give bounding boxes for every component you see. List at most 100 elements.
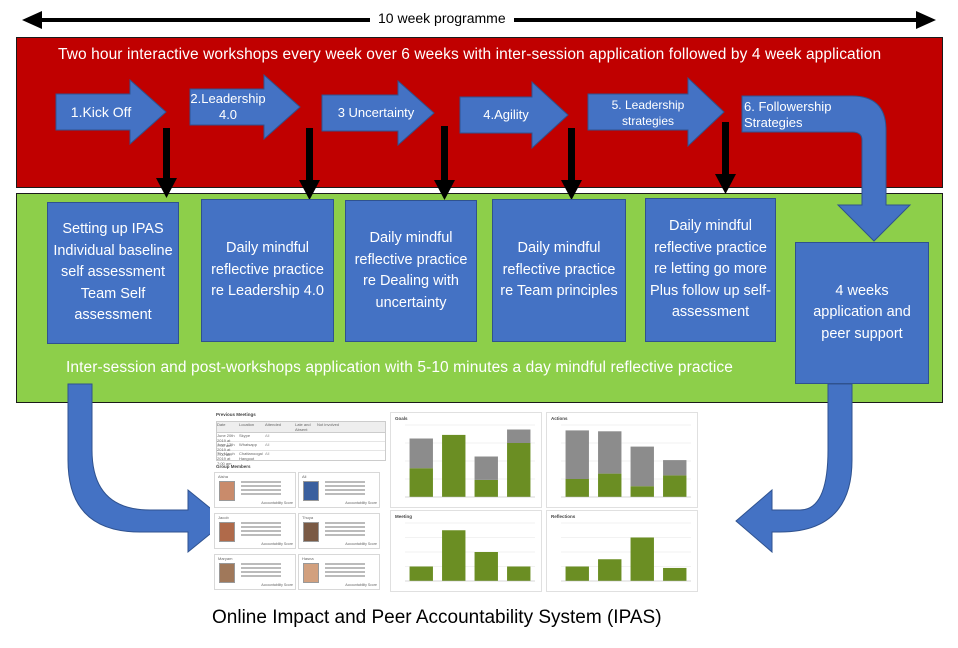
bar-goals-4 — [507, 429, 531, 443]
member-details — [241, 522, 281, 538]
activity-box-2: Daily mindful reflective practice re Lea… — [201, 199, 334, 342]
chart-panel-meeting: Meeting — [390, 510, 542, 592]
member-link[interactable]: Accountability Score — [345, 501, 377, 506]
member-details — [241, 481, 281, 497]
bar-goals-4 — [507, 443, 531, 497]
bar-meeting-2 — [442, 530, 466, 581]
meetings-header-location: Location — [239, 422, 255, 427]
member-link[interactable]: Accountability Score — [261, 501, 293, 506]
meeting-attended: All — [265, 451, 270, 456]
member-name: Ali — [302, 474, 307, 479]
meetings-table-header: Date Location Attended Late and Absent N… — [217, 422, 385, 433]
previous-meetings-title: Previous Meetings — [216, 412, 256, 417]
meeting-attended: All — [265, 442, 270, 447]
bar-actions-3 — [630, 486, 654, 497]
ipas-screenshot: Previous Meetings Date Location Attended… — [210, 408, 700, 594]
member-name: Jacob — [218, 515, 229, 520]
member-name: Aisha — [218, 474, 229, 479]
bar-reflections-2 — [598, 559, 622, 581]
step-label-1: 1.Kick Off — [70, 104, 132, 120]
step-label-5: 5. Leadership strategies — [611, 98, 685, 128]
step-label-4: 4.Agility — [483, 107, 529, 122]
member-name: Thuya — [302, 515, 314, 520]
meeting-date: 7th March 2019 at 7:00 am — [217, 451, 235, 466]
member-card: Thuya Accountability Score — [298, 513, 380, 549]
member-card: Jacob Accountability Score — [214, 513, 296, 549]
meeting-chart: Meeting — [395, 514, 535, 582]
bar-actions-2 — [598, 431, 622, 474]
avatar — [219, 481, 235, 501]
step-label-2: 2.Leadership 4.0 — [190, 91, 266, 122]
down-arrow-4 — [561, 128, 582, 200]
bar-actions-1 — [565, 430, 589, 479]
group-members-title: Group Members — [216, 464, 251, 469]
reflections-chart: Reflections — [551, 514, 691, 582]
meetings-header-attended: Attended — [265, 422, 282, 427]
bar-meeting-1 — [409, 566, 433, 581]
step-label-3: 3 Uncertainty — [337, 105, 415, 120]
bar-actions-2 — [598, 473, 622, 497]
down-arrow-2 — [299, 128, 320, 200]
down-arrow-5 — [715, 122, 736, 194]
bar-actions-4 — [663, 475, 687, 497]
bar-goals-1 — [409, 438, 433, 469]
activity-box-4: Daily mindful reflective practice re Tea… — [492, 199, 626, 342]
down-arrow-3 — [434, 126, 455, 200]
bar-goals-1 — [409, 468, 433, 497]
avatar — [219, 563, 235, 583]
activity-box-1: Setting up IPAS Individual baseline self… — [47, 202, 179, 344]
member-card: Hasna Accountability Score — [298, 554, 380, 590]
chart-title: Meeting — [395, 514, 412, 519]
member-link[interactable]: Accountability Score — [261, 583, 293, 588]
bar-goals-2 — [442, 434, 466, 497]
chart-panel-reflections: Reflections — [546, 510, 698, 592]
member-card: Maryam Accountability Score — [214, 554, 296, 590]
bar-reflections-3 — [630, 537, 654, 581]
bar-reflections-4 — [663, 567, 687, 581]
member-name: Hasna — [302, 556, 314, 561]
chart-panel-goals: Goals — [390, 412, 542, 508]
meeting-location: Whatsapp — [239, 442, 258, 447]
ipas-title: Online Impact and Peer Accountability Sy… — [212, 607, 662, 628]
goals-chart: Goals — [395, 416, 535, 498]
meeting-date: June 13th 2019 at 7:00 am — [217, 442, 235, 457]
programme-label: 10 week programme — [370, 10, 514, 26]
curved-arrow-left — [67, 383, 227, 554]
member-details — [325, 481, 365, 497]
bar-meeting-3 — [474, 552, 498, 581]
meeting-attended: All — [265, 433, 270, 438]
member-link[interactable]: Accountability Score — [345, 542, 377, 547]
avatar — [303, 522, 319, 542]
bar-goals-3 — [474, 456, 498, 480]
member-details — [325, 522, 365, 538]
avatar — [303, 563, 319, 583]
meetings-header-date: Date — [217, 422, 226, 427]
bar-reflections-1 — [565, 566, 589, 581]
activity-box-3: Daily mindful reflective practice re Dea… — [345, 200, 477, 342]
meetings-header-late: Late and Absent — [295, 422, 311, 432]
bar-actions-4 — [663, 460, 687, 476]
meeting-location: Skype — [239, 433, 251, 438]
member-details — [241, 563, 281, 579]
avatar — [303, 481, 319, 501]
chart-title: Actions — [551, 416, 568, 421]
bar-meeting-4 — [507, 566, 531, 581]
meetings-row: June 13th 2019 at 7:00 am Whatsapp All — [217, 442, 385, 457]
avatar — [219, 522, 235, 542]
meeting-location: Chattanooga/ Hangout — [239, 451, 264, 461]
member-card: Ali Accountability Score — [298, 472, 380, 508]
actions-chart: Actions — [551, 416, 691, 498]
member-name: Maryam — [218, 556, 233, 561]
chart-title: Reflections — [551, 514, 576, 519]
bar-actions-3 — [630, 446, 654, 487]
meeting-date: June 20th 2019 at 7:00 am — [217, 433, 235, 448]
member-link[interactable]: Accountability Score — [345, 583, 377, 588]
member-details — [325, 563, 365, 579]
chart-title: Goals — [395, 416, 408, 421]
member-card: Aisha Accountability Score — [214, 472, 296, 508]
meetings-row: June 20th 2019 at 7:00 am Skype All — [217, 433, 385, 448]
member-link[interactable]: Accountability Score — [261, 542, 293, 547]
meetings-table: Date Location Attended Late and Absent N… — [216, 421, 386, 466]
curved-arrow-right — [735, 383, 853, 554]
activity-box-5: Daily mindful reflective practice re let… — [645, 198, 776, 342]
